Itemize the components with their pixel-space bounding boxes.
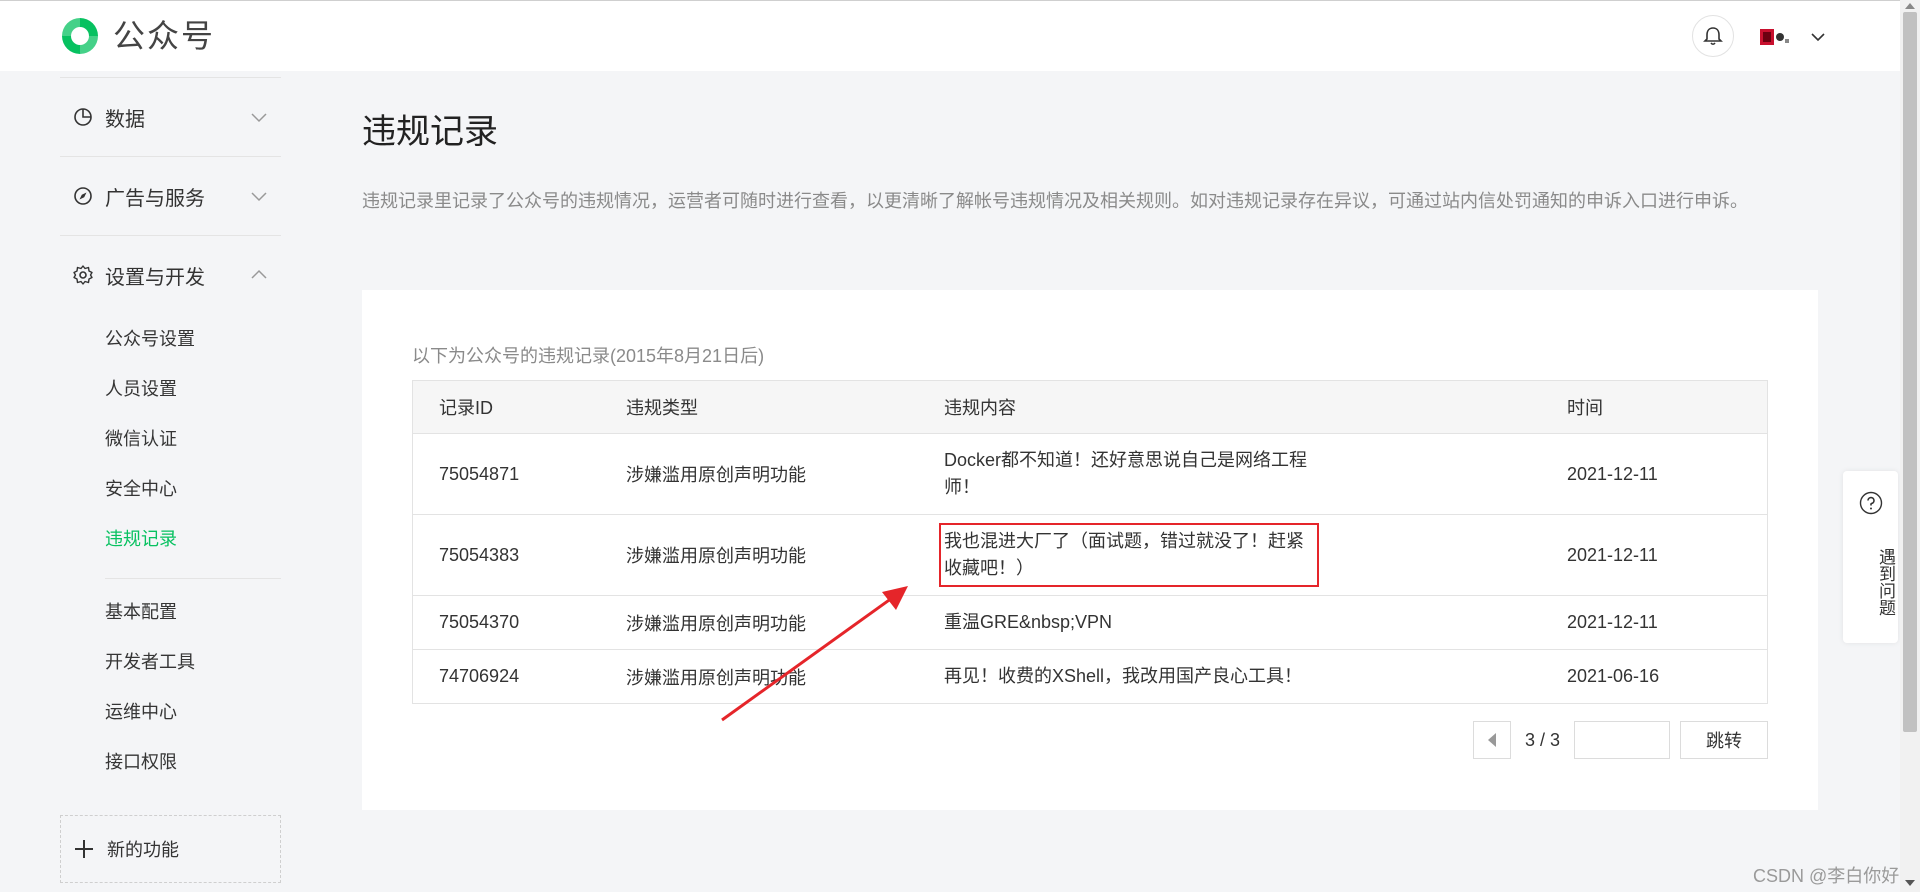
violation-type-link[interactable]: 涉嫌滥用原创声明功能 <box>626 668 806 688</box>
notification-button[interactable] <box>1692 15 1734 57</box>
sidebar-item-api-permissions[interactable]: 接口权限 <box>60 737 281 787</box>
sidebar-item-basic-config[interactable]: 基本配置 <box>60 587 281 637</box>
violation-type-link[interactable]: 涉嫌滥用原创声明功能 <box>626 614 806 634</box>
divider <box>105 578 281 579</box>
column-header-time: 时间 <box>1566 380 1768 434</box>
violation-content-cell: 再见！收费的XShell，我改用国产良心工具！ <box>943 649 1566 704</box>
violation-content-cell: Docker都不知道！还好意思说自己是网络工程师！ <box>943 433 1566 515</box>
column-header-content: 违规内容 <box>943 380 1566 434</box>
prev-page-button[interactable] <box>1472 721 1511 759</box>
watermark: CSDN @李白你好 <box>1753 866 1900 886</box>
help-floating-button[interactable]: 遇到问题 <box>1843 471 1898 643</box>
column-header-type: 违规类型 <box>625 380 943 434</box>
sidebar-item-staff-settings[interactable]: 人员设置 <box>60 364 281 414</box>
table-row: 75054370 涉嫌滥用原创声明功能 重温GRE&nbsp;VPN 2021-… <box>412 595 1768 650</box>
sidebar-group-label: 广告与服务 <box>105 187 205 210</box>
help-label: 遇到问题 <box>1876 548 1895 616</box>
pagination: 3 / 3 跳转 <box>1472 721 1768 759</box>
record-id: 75054871 <box>412 433 625 515</box>
chevron-down-icon <box>251 113 267 123</box>
plus-icon <box>75 840 93 858</box>
sidebar-item-ops-center[interactable]: 运维中心 <box>60 687 281 737</box>
violation-content-link-highlighted[interactable]: 我也混进大厂了（面试题，错过就没了！赶紧收藏吧！） <box>939 523 1319 587</box>
bell-icon <box>1703 27 1723 46</box>
chevron-up-icon <box>251 269 267 279</box>
record-time: 2021-06-16 <box>1566 649 1768 704</box>
record-id: 75054370 <box>412 595 625 650</box>
brand-name: 公众号 <box>113 18 216 54</box>
jump-button[interactable]: 跳转 <box>1680 721 1768 759</box>
help-label-wrap: 遇到问题 <box>1843 527 1898 637</box>
violation-type-cell: 涉嫌滥用原创声明功能 <box>625 595 943 650</box>
wechat-official-logo-icon[interactable] <box>59 15 101 57</box>
triangle-left-icon <box>1487 733 1496 747</box>
avatar[interactable] <box>1760 27 1792 47</box>
violation-records-table: 记录ID 违规类型 违规内容 时间 75054871 涉嫌滥用原创声明功能 Do… <box>412 380 1768 704</box>
sidebar-item-violation-records[interactable]: 违规记录 <box>60 514 281 564</box>
table-row: 75054871 涉嫌滥用原创声明功能 Docker都不知道！还好意思说自己是网… <box>412 433 1768 515</box>
chevron-down-icon <box>251 192 267 202</box>
column-header-id: 记录ID <box>412 380 625 434</box>
chevron-down-icon[interactable] <box>1810 29 1826 45</box>
violation-content-cell: 我也混进大厂了（面试题，错过就没了！赶紧收藏吧！） <box>939 514 1566 596</box>
violation-type-cell: 涉嫌滥用原创声明功能 <box>625 649 943 704</box>
record-id: 75054383 <box>412 514 625 596</box>
pie-chart-icon <box>74 108 92 126</box>
scroll-down-icon[interactable] <box>1905 880 1915 886</box>
gear-icon <box>73 265 93 285</box>
record-time: 2021-12-11 <box>1566 595 1768 650</box>
records-card: 以下为公众号的违规记录(2015年8月21日后) 记录ID 违规类型 违规内容 … <box>362 290 1818 810</box>
top-bar: 公众号 <box>0 0 1900 71</box>
page-number-input[interactable] <box>1574 721 1670 759</box>
sidebar-group-data[interactable]: 数据 <box>60 78 281 156</box>
violation-content-cell: 重温GRE&nbsp;VPN <box>943 595 1566 650</box>
table-row: 74706924 涉嫌滥用原创声明功能 再见！收费的XShell，我改用国产良心… <box>412 649 1768 704</box>
violation-type-link[interactable]: 涉嫌滥用原创声明功能 <box>626 546 806 566</box>
sidebar-group-settings[interactable]: 设置与开发 <box>60 236 281 314</box>
new-feature-button[interactable]: 新的功能 <box>60 815 281 883</box>
table-header-row: 记录ID 违规类型 违规内容 时间 <box>412 380 1768 434</box>
record-id: 74706924 <box>412 649 625 704</box>
new-feature-label: 新的功能 <box>107 840 179 860</box>
sidebar-item-account-settings[interactable]: 公众号设置 <box>60 314 281 364</box>
record-time: 2021-12-11 <box>1566 433 1768 515</box>
sidebar-item-security-center[interactable]: 安全中心 <box>60 464 281 514</box>
page-title: 违规记录 <box>362 113 498 151</box>
violation-type-cell: 涉嫌滥用原创声明功能 <box>625 514 943 596</box>
violation-content-link[interactable]: Docker都不知道！还好意思说自己是网络工程师！ <box>944 447 1314 501</box>
sidebar-item-developer-tools[interactable]: 开发者工具 <box>60 637 281 687</box>
scroll-up-icon[interactable] <box>1905 3 1915 9</box>
sidebar: 数据 广告与服务 设置与开发 公众号设置 人员设置 微信认证 安全中心 违规记录… <box>60 77 281 787</box>
sidebar-group-label: 数据 <box>105 108 145 131</box>
sidebar-group-ads[interactable]: 广告与服务 <box>60 157 281 235</box>
page-description: 违规记录里记录了公众号的违规情况，运营者可随时进行查看，以更清晰了解帐号违规情况… <box>362 191 1748 211</box>
page-indicator: 3 / 3 <box>1524 729 1560 750</box>
violation-content-link[interactable]: 再见！收费的XShell，我改用国产良心工具！ <box>944 663 1314 690</box>
question-circle-icon <box>1859 491 1883 515</box>
table-caption: 以下为公众号的违规记录(2015年8月21日后) <box>412 346 765 366</box>
compass-icon <box>74 187 92 205</box>
record-time: 2021-12-11 <box>1566 514 1768 596</box>
table-row: 75054383 涉嫌滥用原创声明功能 我也混进大厂了（面试题，错过就没了！赶紧… <box>412 514 1768 596</box>
sidebar-group-label: 设置与开发 <box>105 266 205 289</box>
sidebar-item-wechat-verification[interactable]: 微信认证 <box>60 414 281 464</box>
violation-content-link[interactable]: 重温GRE&nbsp;VPN <box>944 609 1314 636</box>
violation-type-cell: 涉嫌滥用原创声明功能 <box>625 433 943 515</box>
violation-type-link[interactable]: 涉嫌滥用原创声明功能 <box>626 465 806 485</box>
scrollbar-thumb[interactable] <box>1903 12 1917 732</box>
